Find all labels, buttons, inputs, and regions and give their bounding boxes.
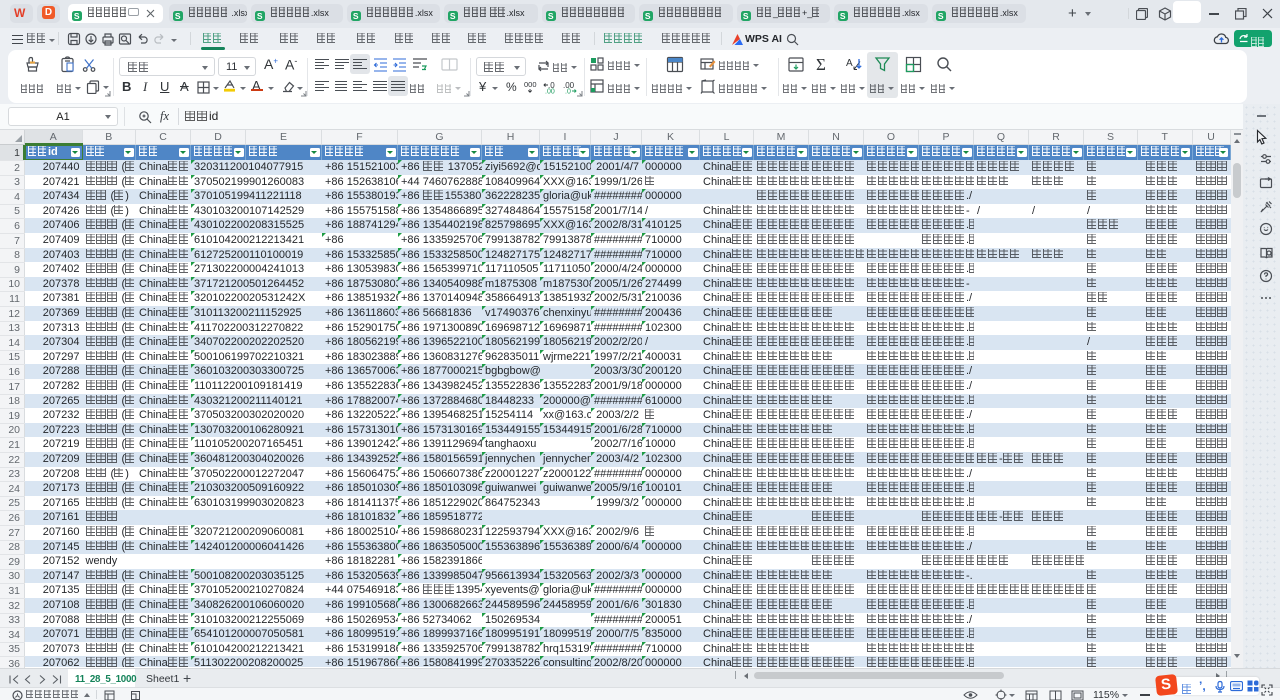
svg-text:A: A	[846, 58, 853, 69]
svg-text:.00: .00	[545, 89, 555, 95]
svg-text:.0: .0	[565, 89, 571, 95]
svg-text:000: 000	[524, 80, 537, 89]
